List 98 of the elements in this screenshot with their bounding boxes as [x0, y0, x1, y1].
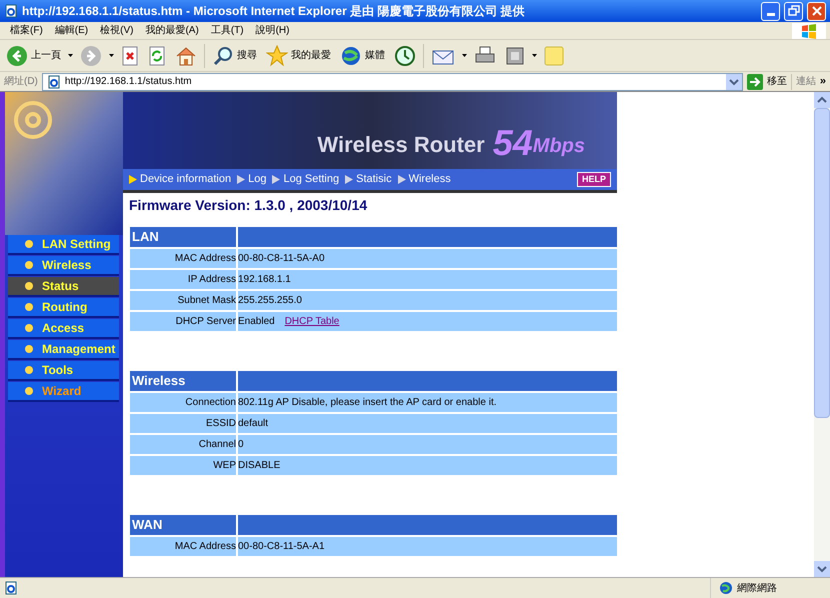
speed-logo: 54Mbps: [492, 125, 585, 161]
globe-icon: [719, 581, 733, 595]
menu-item[interactable]: 說明(H): [250, 23, 296, 38]
table-cell: DHCP Server: [130, 312, 236, 331]
menu-item[interactable]: 工具(T): [204, 23, 250, 38]
menu-item[interactable]: 檢視(V): [94, 23, 140, 38]
bullet-icon: [24, 386, 34, 396]
bullet-icon: [24, 281, 34, 291]
sidebar-item[interactable]: Routing: [8, 298, 119, 318]
caret-icon[interactable]: [532, 54, 537, 57]
firmware-version: Firmware Version: 1.3.0 , 2003/10/14: [128, 196, 368, 215]
menu-item[interactable]: 編輯(E): [48, 23, 94, 38]
caret-icon[interactable]: [68, 54, 73, 57]
more-links-button[interactable]: »: [820, 73, 826, 90]
back-button[interactable]: 上一頁: [4, 42, 63, 68]
table-cell-text: default: [238, 417, 268, 431]
triangle-icon: [345, 175, 354, 184]
close-icon: [810, 5, 822, 17]
bullet-icon: [24, 344, 34, 354]
media-button[interactable]: 媒體: [338, 42, 387, 68]
table-cell-text: 802.11g AP Disable, please insert the AP card or enable it.: [238, 396, 497, 410]
stop-icon: [121, 44, 139, 66]
nav-link[interactable]: Statisic: [345, 171, 392, 188]
notes-icon: [544, 44, 564, 66]
windows-logo-icon: [792, 22, 826, 38]
table-cell-text: 00-80-C8-11-5A-A1: [238, 540, 325, 554]
scrollbar[interactable]: [814, 92, 830, 577]
table-cell-text: 0: [238, 438, 244, 452]
table-cell-text: DISABLE: [238, 459, 280, 473]
caret-icon[interactable]: [462, 54, 467, 57]
triangle-icon: [272, 175, 280, 184]
sidebar-item[interactable]: Wireless: [8, 256, 119, 276]
go-button[interactable]: 移至: [746, 74, 787, 90]
sidebar-item[interactable]: LAN Setting: [8, 235, 119, 255]
table-cell: ESSID: [130, 414, 236, 433]
table-cell: Channel: [130, 435, 236, 454]
bullet-icon: [24, 239, 34, 249]
arrow-icon: [746, 74, 763, 90]
media-icon: [340, 44, 362, 66]
nav-link[interactable]: Device information: [129, 171, 232, 188]
caret-icon[interactable]: [109, 54, 114, 57]
links-label[interactable]: 連結: [796, 74, 816, 89]
nav-link[interactable]: Wireless: [398, 171, 451, 188]
table-cell-text: 255.255.255.0: [238, 294, 302, 308]
minimize-button[interactable]: [761, 2, 780, 20]
menu-item[interactable]: 我的最愛(A): [139, 23, 205, 38]
dhcp-table-link[interactable]: DHCP Table: [284, 314, 340, 329]
triangle-icon: [398, 175, 406, 184]
scroll-down-icon[interactable]: [814, 561, 830, 577]
minimize-icon: [766, 13, 774, 16]
search-icon: [212, 44, 234, 66]
bullet-icon: [24, 302, 34, 312]
address-label: 網址(D): [4, 74, 38, 89]
section-header: Wireless: [130, 371, 236, 391]
history-icon: [394, 44, 416, 66]
forward-icon: [80, 44, 102, 66]
page-icon: [46, 74, 61, 88]
table-cell: WEP: [130, 456, 236, 475]
table-cell: IP Address: [130, 270, 236, 289]
restore-icon: [788, 5, 800, 17]
scroll-thumb[interactable]: [814, 108, 830, 418]
back-icon: [6, 44, 28, 66]
window-title: http://192.168.1.1/status.htm - Microsoft Internet Explorer 是由 陽慶電子股份有限公司 提供: [22, 3, 526, 20]
triangle-icon: [237, 175, 246, 184]
bullet-icon: [24, 323, 34, 333]
favorites-icon: [266, 44, 288, 66]
nav-link[interactable]: Log Setting: [272, 171, 340, 188]
favorites-button[interactable]: 我的最愛: [264, 42, 333, 68]
bullet-icon: [24, 365, 34, 375]
menu-item[interactable]: 檔案(F): [4, 23, 49, 38]
sidebar-item[interactable]: Management: [8, 340, 119, 360]
refresh-icon: [148, 44, 166, 66]
triangle-icon: [129, 175, 137, 184]
home-icon: [175, 44, 197, 66]
sidebar-item[interactable]: Tools: [8, 361, 119, 381]
banner-title: Wireless Router: [317, 131, 485, 159]
bullet-icon: [24, 260, 34, 270]
search-button[interactable]: 搜尋: [210, 42, 259, 68]
nav-link[interactable]: Log: [237, 171, 266, 188]
page-icon: [4, 581, 18, 595]
sidebar-item[interactable]: Status: [8, 277, 119, 297]
section-header: LAN: [130, 227, 236, 247]
table-cell: MAC Address: [130, 249, 236, 268]
table-cell-text: Enabled: [238, 315, 275, 329]
zone-label: 網際網路: [737, 582, 777, 596]
section-header: WAN: [130, 515, 236, 535]
page-icon: [4, 4, 18, 18]
table-cell: Subnet Mask: [130, 291, 236, 310]
table-cell-text: 00-80-C8-11-5A-A0: [238, 252, 325, 266]
table-cell: MAC Address: [130, 537, 236, 556]
scroll-up-icon[interactable]: [814, 92, 830, 108]
sidebar-item[interactable]: Access: [8, 319, 119, 339]
address-field[interactable]: http://192.168.1.1/status.htm: [42, 72, 743, 90]
help-button[interactable]: HELP: [576, 172, 611, 188]
table-cell-text: 192.168.1.1: [238, 273, 291, 287]
restore-button[interactable]: [784, 2, 803, 20]
close-button[interactable]: [807, 2, 826, 20]
table-cell: Connection: [130, 393, 236, 412]
